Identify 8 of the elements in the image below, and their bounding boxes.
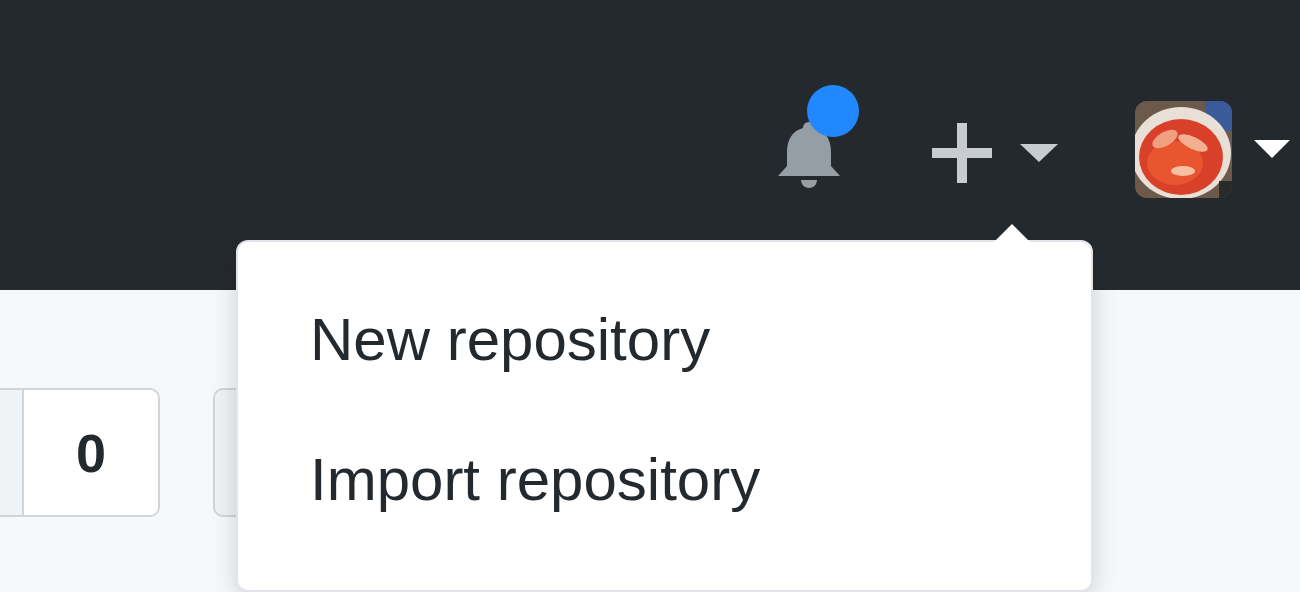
create-new-button[interactable]: [932, 123, 1058, 183]
plus-icon: [932, 123, 992, 183]
menu-item[interactable]: New repository: [238, 270, 1091, 410]
caret-icon: [1020, 144, 1058, 162]
counter: 0: [22, 388, 160, 517]
caret-icon: [1254, 140, 1290, 158]
profile-button[interactable]: [1135, 100, 1290, 198]
menu-item[interactable]: Import repository: [238, 410, 1091, 550]
